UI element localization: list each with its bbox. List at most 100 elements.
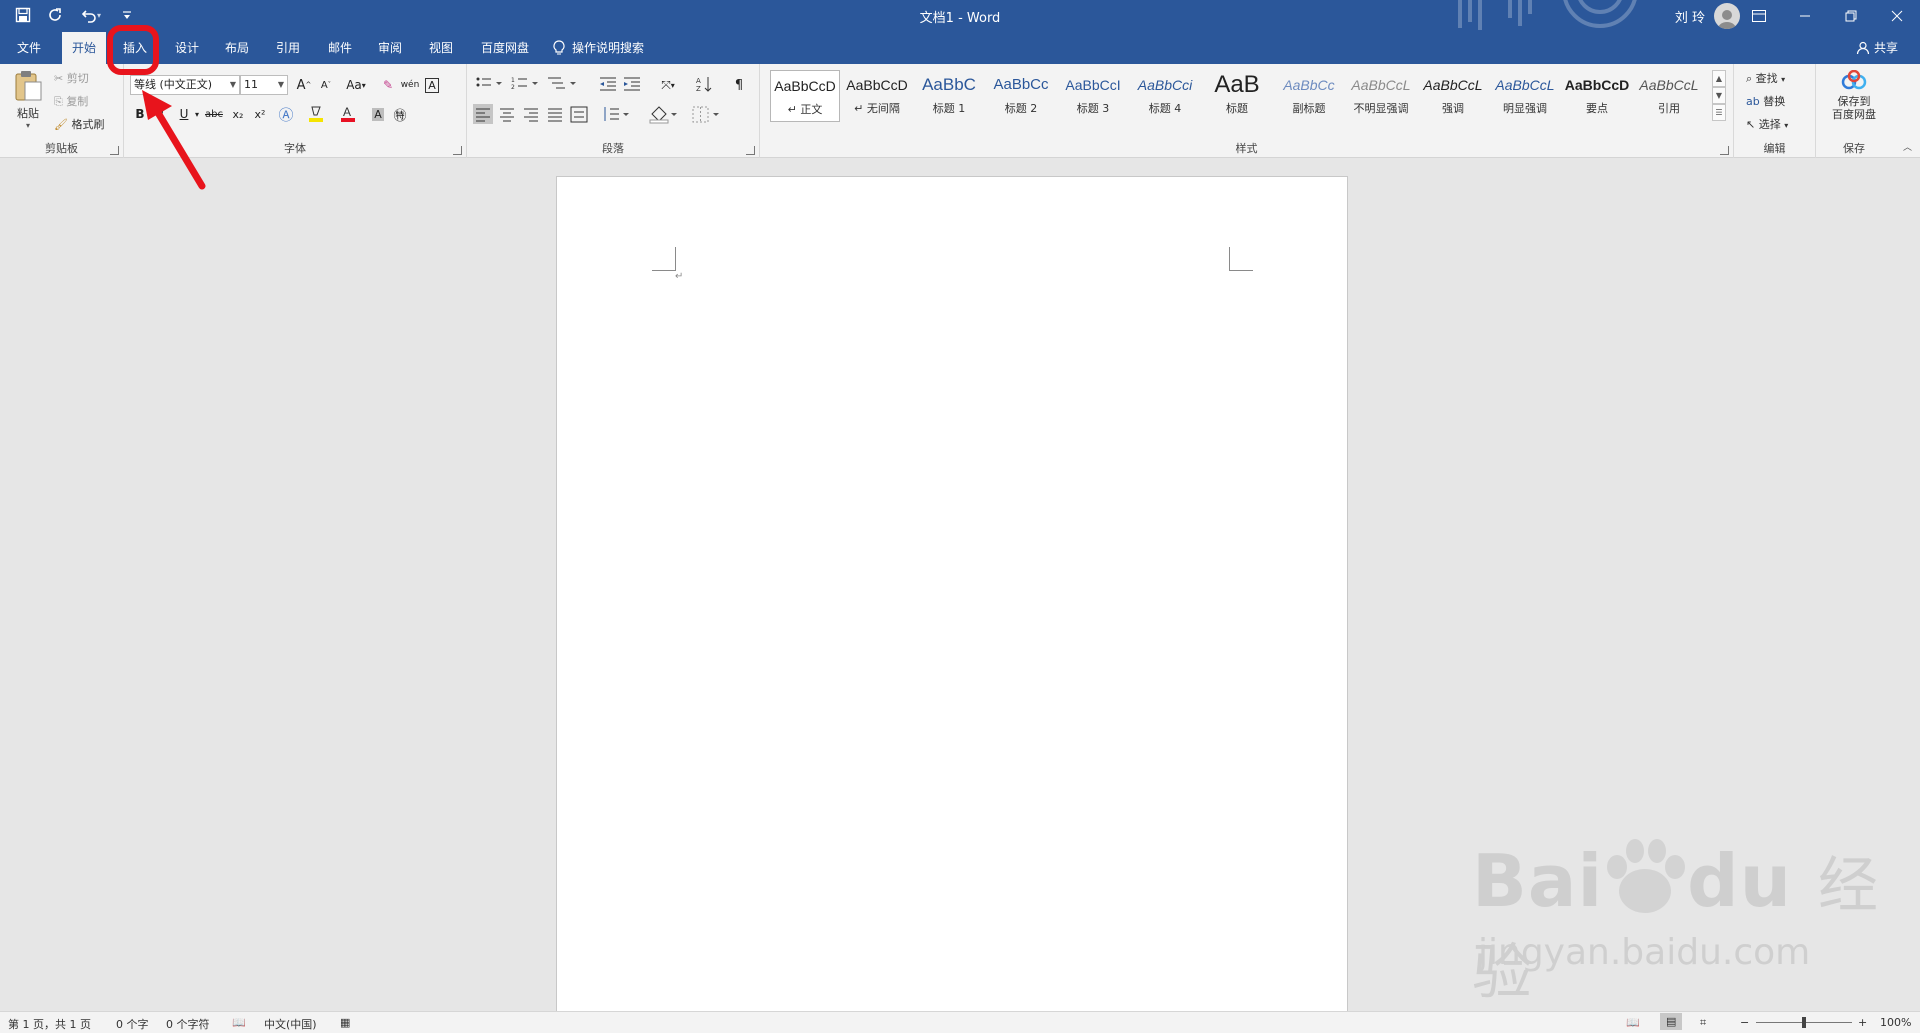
font-size-combo[interactable]: 11 ▼: [240, 75, 288, 95]
align-center-icon[interactable]: [497, 104, 517, 124]
paragraph-mark[interactable]: ↵: [675, 271, 683, 282]
style-subtle-emphasis[interactable]: AaBbCcL 不明显强调: [1346, 70, 1416, 122]
zoom-slider-thumb[interactable]: [1802, 1017, 1806, 1028]
style-heading-4[interactable]: AaBbCci 标题 4: [1130, 70, 1200, 122]
tab-baidu-netdisk[interactable]: 百度网盘: [474, 32, 536, 64]
superscript-button[interactable]: x²: [250, 104, 270, 124]
paragraph-group: 12 ⤧ ▾ AZ ¶ 段落: [467, 64, 760, 158]
print-layout-icon[interactable]: ▤: [1660, 1013, 1683, 1030]
ribbon-display-options-icon[interactable]: [1736, 0, 1782, 32]
style-normal[interactable]: AaBbCcD ↵ 正文: [770, 70, 840, 122]
page-count[interactable]: 第 1 页，共 1 页: [8, 1016, 91, 1032]
user-name[interactable]: 刘 玲: [1675, 7, 1705, 26]
style-subtitle[interactable]: AaBbCc 副标题: [1274, 70, 1344, 122]
find-button[interactable]: ⌕ 查找 ▾: [1746, 70, 1785, 86]
char-count[interactable]: 0 个字符: [166, 1016, 210, 1032]
tab-view[interactable]: 视图: [420, 32, 462, 64]
enclose-characters-icon[interactable]: ㊕: [390, 104, 410, 124]
increase-indent-icon[interactable]: [623, 75, 641, 93]
style-quote[interactable]: AaBbCcL 引用: [1634, 70, 1704, 122]
tab-design[interactable]: 设计: [166, 32, 208, 64]
zoom-out-icon[interactable]: −: [1740, 1016, 1749, 1029]
tab-references[interactable]: 引用: [267, 32, 309, 64]
align-left-icon[interactable]: [473, 104, 493, 124]
style-no-spacing[interactable]: AaBbCcD ↵ 无间隔: [842, 70, 912, 122]
shrink-font-icon: A: [320, 79, 328, 91]
read-mode-icon[interactable]: 📖: [1626, 1016, 1640, 1029]
subscript-button[interactable]: x₂: [228, 104, 248, 124]
select-button[interactable]: ↖ 选择 ▾: [1746, 116, 1788, 132]
decrease-indent-icon[interactable]: [599, 75, 617, 93]
clipboard-launcher-icon[interactable]: [110, 146, 119, 155]
style-sample: AaBbCcL: [1495, 77, 1555, 93]
style-strong[interactable]: AaBbCcD 要点: [1562, 70, 1632, 122]
grow-font-button[interactable]: A ^: [294, 75, 314, 95]
line-spacing-icon[interactable]: [601, 104, 631, 124]
style-name: 标题 3: [1076, 102, 1110, 115]
gallery-more-icon[interactable]: ☰: [1712, 104, 1726, 121]
character-border-icon[interactable]: A: [422, 75, 442, 95]
gallery-scroll-down-icon[interactable]: ▼: [1712, 87, 1726, 104]
show-formatting-marks-icon[interactable]: ¶: [729, 75, 749, 95]
margin-corner-top-left: [652, 247, 676, 271]
tell-me-search[interactable]: 操作说明搜索: [552, 32, 672, 64]
style-heading-2[interactable]: AaBbCc 标题 2: [986, 70, 1056, 122]
restore-icon[interactable]: [1828, 0, 1874, 32]
style-emphasis[interactable]: AaBbCcL 强调: [1418, 70, 1488, 122]
change-case-button[interactable]: Aa ▾: [342, 75, 370, 95]
collapse-ribbon-icon[interactable]: ︿: [1903, 140, 1912, 153]
styles-launcher-icon[interactable]: [1720, 146, 1729, 155]
style-name: 副标题: [1292, 102, 1326, 115]
zoom-slider[interactable]: [1756, 1017, 1852, 1028]
cut-button[interactable]: ✂ 剪切: [54, 70, 89, 86]
clear-formatting-icon[interactable]: ✎: [378, 75, 398, 95]
align-right-icon[interactable]: [521, 104, 541, 124]
chinese-layout-icon[interactable]: ⤧ ▾: [653, 75, 683, 95]
close-icon[interactable]: [1874, 0, 1920, 32]
tab-review[interactable]: 审阅: [369, 32, 411, 64]
save-to-baidu-button[interactable]: 保存到 百度网盘: [1820, 69, 1888, 121]
highlight-color-button[interactable]: [306, 104, 326, 124]
zoom-level[interactable]: 100%: [1880, 1016, 1911, 1029]
zoom-in-icon[interactable]: +: [1858, 1016, 1867, 1029]
multilevel-list-icon[interactable]: [547, 75, 577, 93]
annotation-circle: [107, 25, 159, 75]
replace-label: 替换: [1763, 95, 1786, 108]
proofing-icon[interactable]: 📖: [232, 1016, 246, 1029]
tab-mailings[interactable]: 邮件: [319, 32, 361, 64]
replace-button[interactable]: ab 替换: [1746, 93, 1785, 109]
language-status[interactable]: 中文(中国): [264, 1016, 317, 1032]
shrink-font-button[interactable]: Aˇ: [316, 75, 336, 95]
distributed-icon[interactable]: [569, 104, 589, 124]
style-title[interactable]: AaB 标题: [1202, 70, 1272, 122]
web-layout-icon[interactable]: ⌗: [1700, 1016, 1706, 1030]
phonetic-guide-button[interactable]: wén: [400, 75, 420, 95]
tab-layout[interactable]: 布局: [216, 32, 258, 64]
macro-icon[interactable]: ▦: [340, 1016, 350, 1029]
style-heading-1[interactable]: AaBbC 标题 1: [914, 70, 984, 122]
tab-file[interactable]: 文件: [8, 32, 50, 64]
bullets-icon[interactable]: [475, 75, 503, 93]
font-color-button[interactable]: A: [338, 104, 358, 124]
copy-button[interactable]: ⎘ 复制: [54, 93, 88, 109]
gallery-scroll-up-icon[interactable]: ▲: [1712, 70, 1726, 87]
style-intense-emphasis[interactable]: AaBbCcL 明显强调: [1490, 70, 1560, 122]
text-effects-icon[interactable]: Ⓐ: [276, 104, 296, 124]
font-launcher-icon[interactable]: [453, 146, 462, 155]
document-page[interactable]: ↵: [556, 176, 1348, 1016]
numbering-icon[interactable]: 12: [511, 75, 539, 93]
word-count[interactable]: 0 个字: [116, 1016, 149, 1032]
minimize-icon[interactable]: [1782, 0, 1828, 32]
paragraph-launcher-icon[interactable]: [746, 146, 755, 155]
style-heading-3[interactable]: AaBbCcI 标题 3: [1058, 70, 1128, 122]
borders-icon[interactable]: [691, 104, 721, 124]
justify-icon[interactable]: [545, 104, 565, 124]
character-shading-icon[interactable]: A: [368, 104, 388, 124]
highlighter-icon: [309, 106, 323, 122]
share-button[interactable]: 共享: [1856, 32, 1898, 64]
paste-button[interactable]: 粘贴 ▾: [6, 70, 50, 134]
format-painter-button[interactable]: 🖌 格式刷: [54, 116, 104, 132]
sort-icon[interactable]: AZ: [695, 75, 713, 93]
tab-home[interactable]: 开始: [62, 32, 106, 64]
shading-icon[interactable]: [649, 104, 679, 124]
